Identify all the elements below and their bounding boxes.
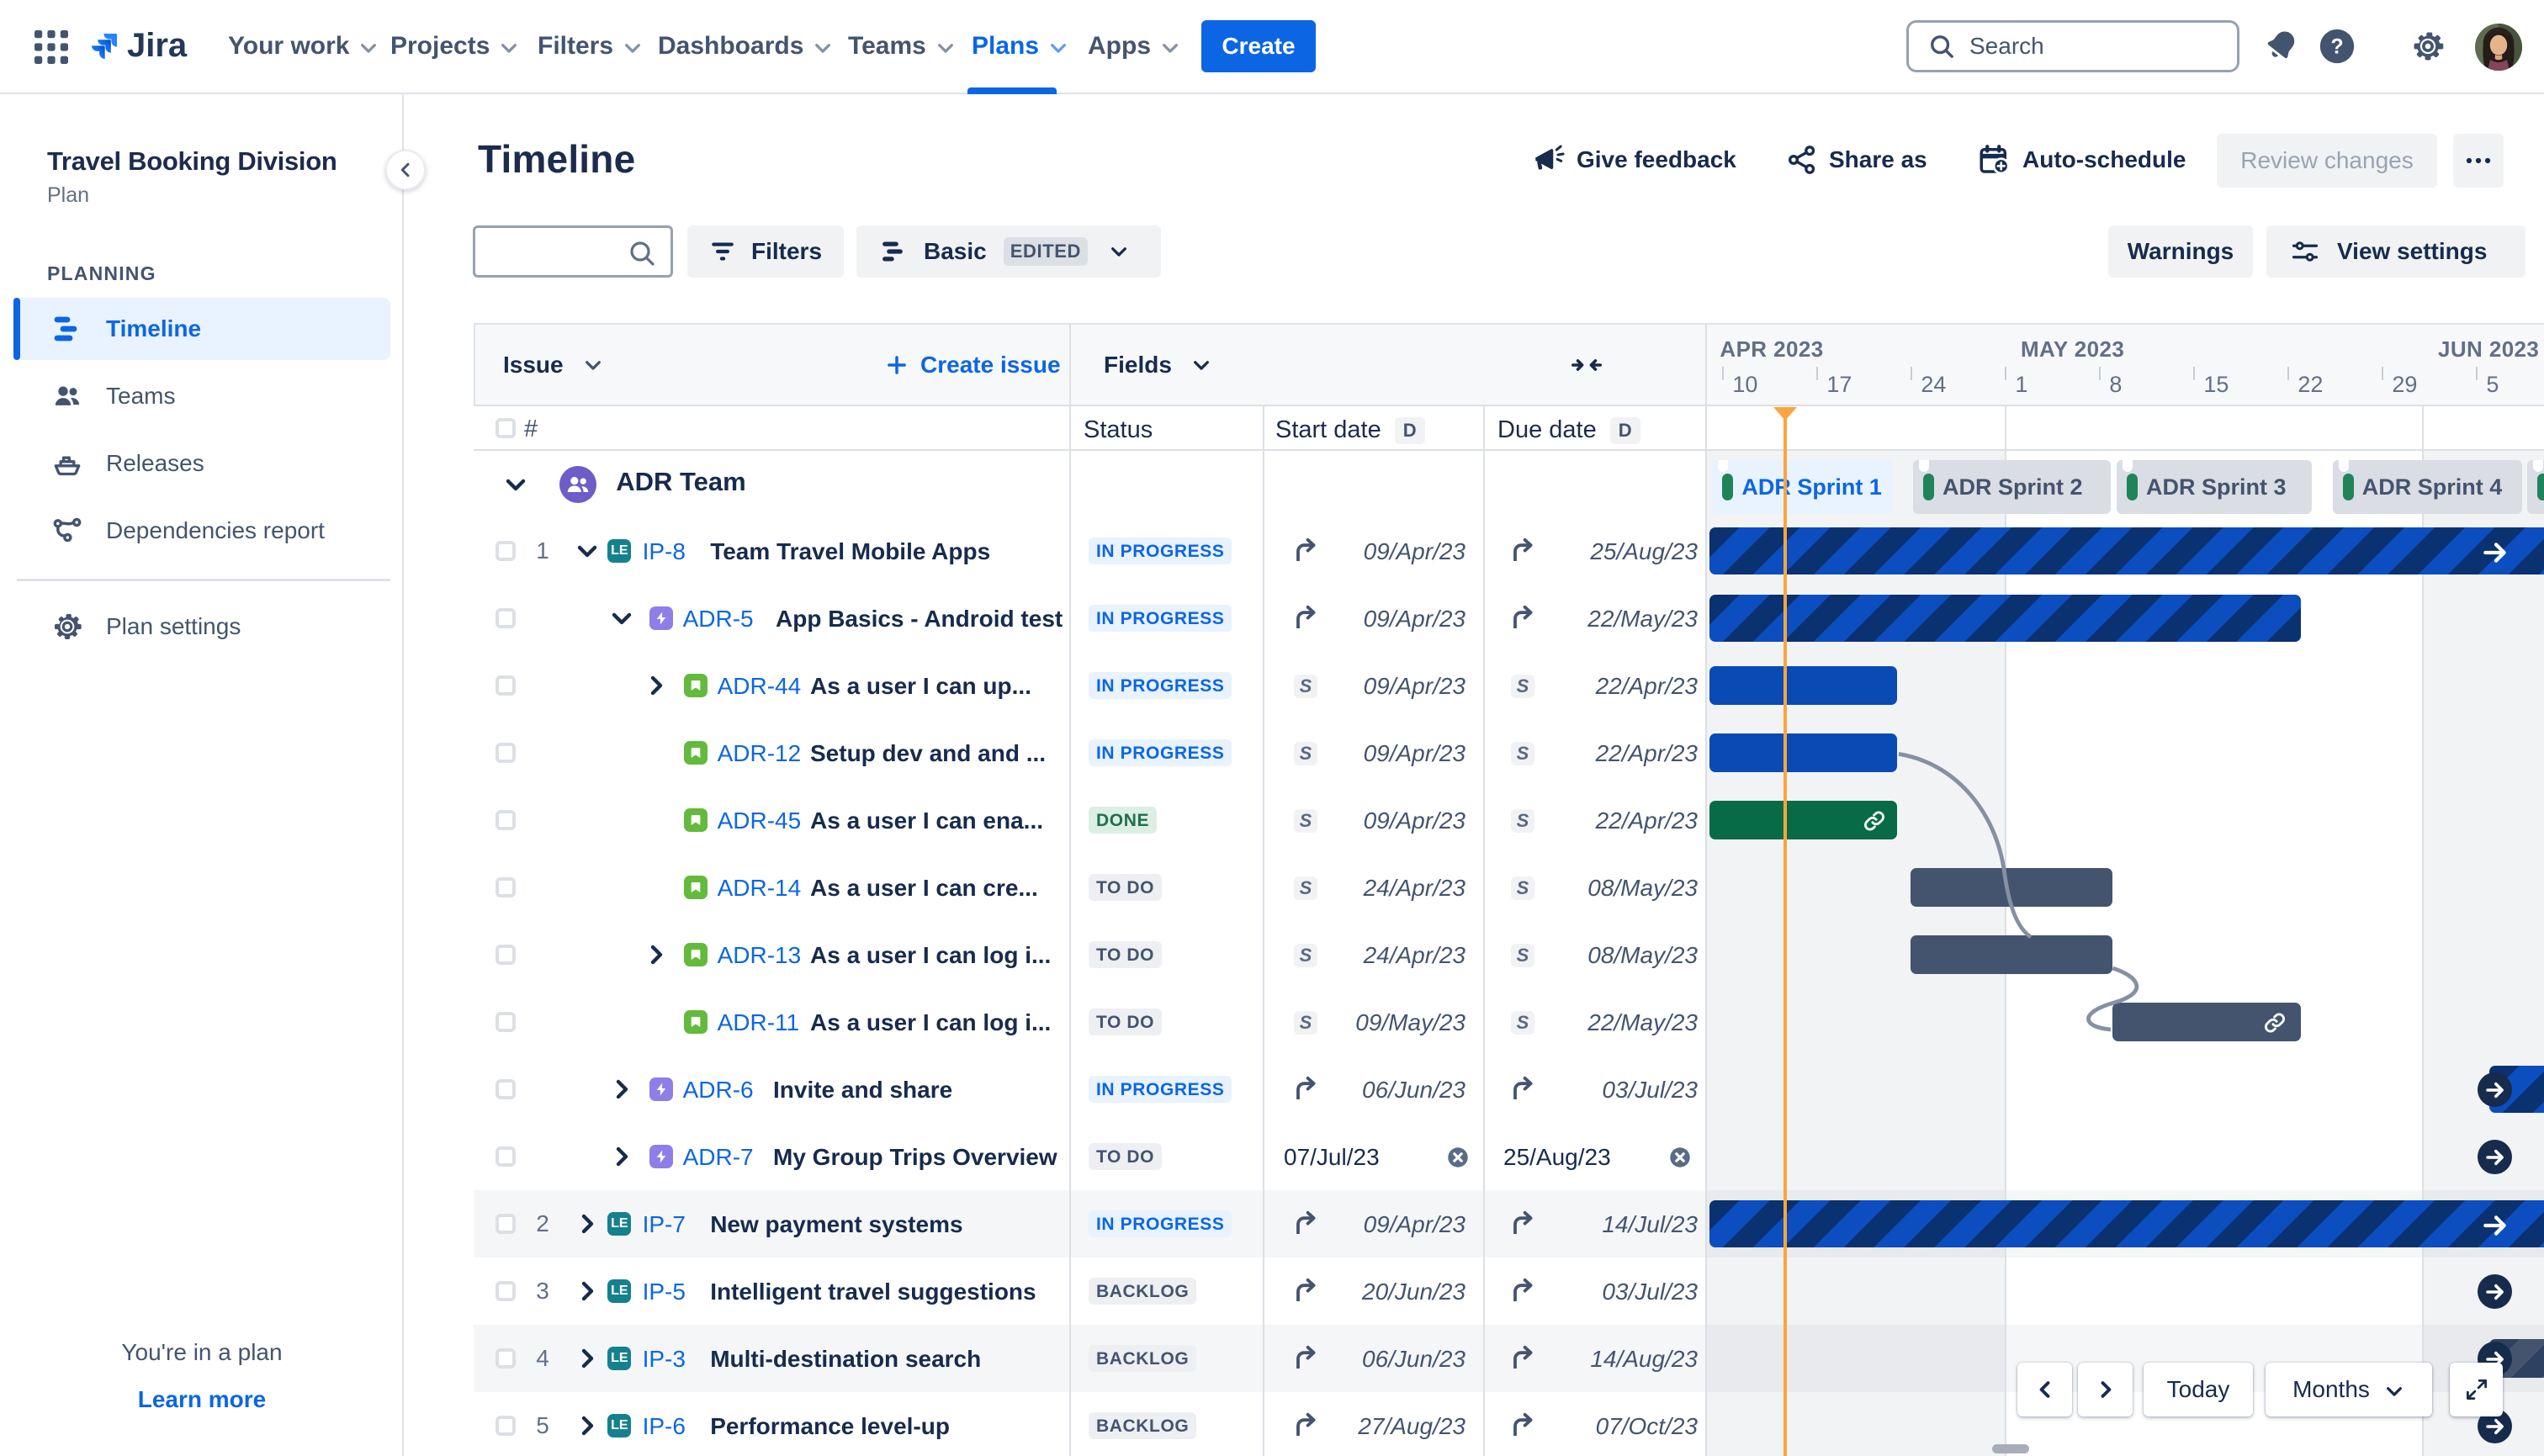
svg-text:?: ? — [2330, 36, 2343, 59]
